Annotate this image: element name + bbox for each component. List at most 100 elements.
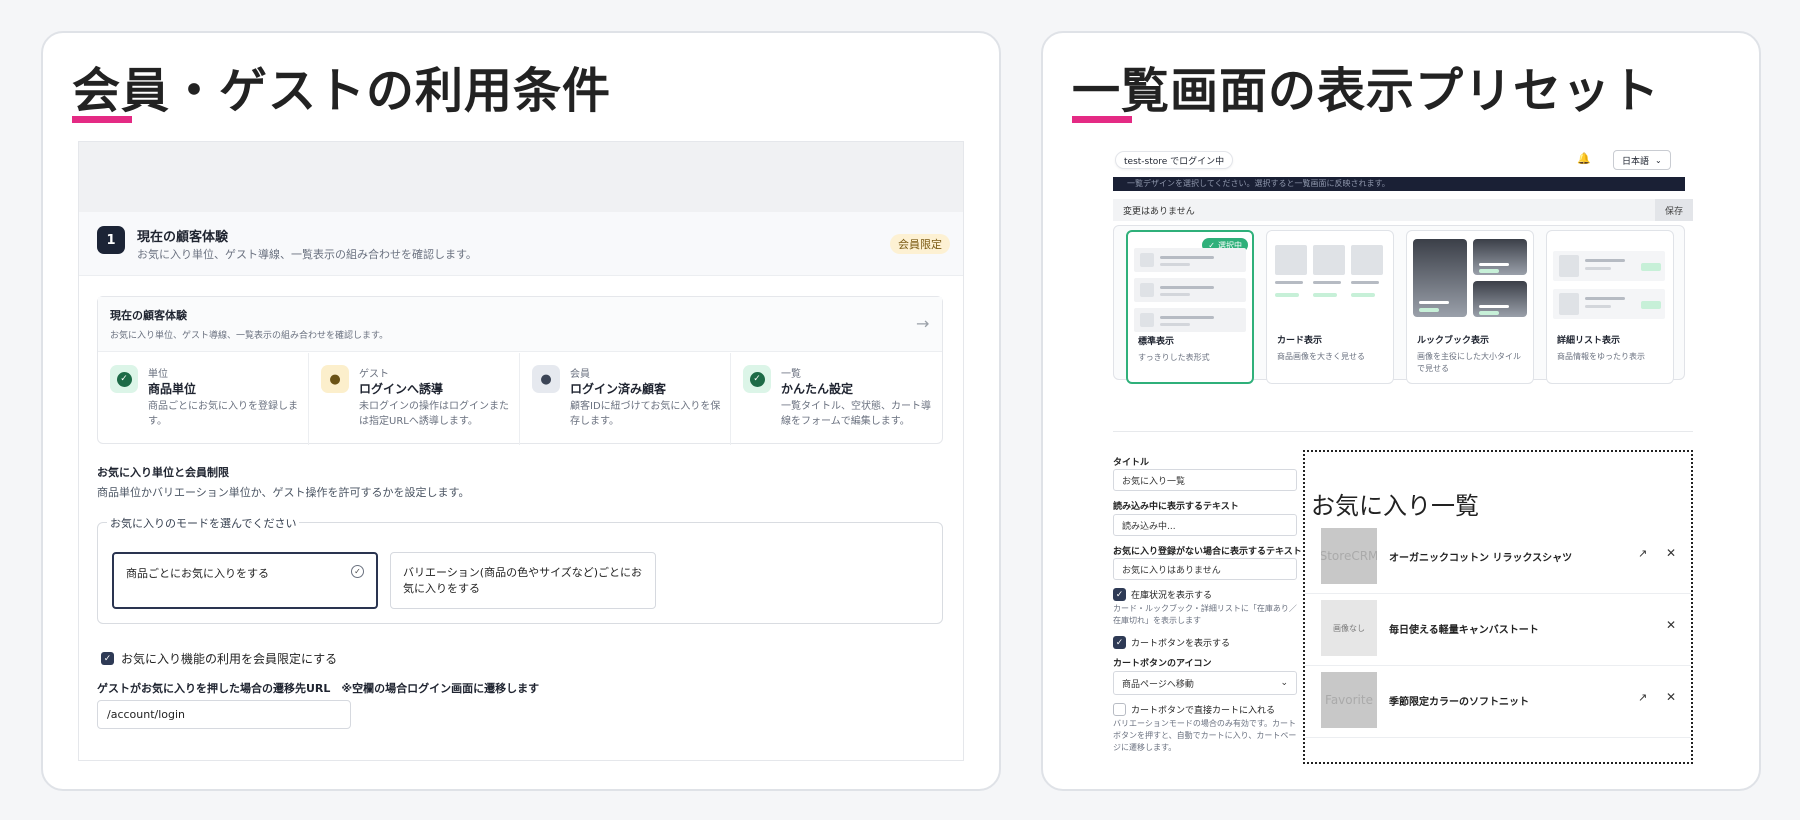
divider [1113,431,1693,432]
mode-legend: お気に入りのモードを選んでください [107,515,300,531]
preset-thumbnail [1413,237,1527,319]
chevron-down-icon: ⌄ [1280,678,1288,688]
experience-cell-guest: ● ゲスト ログインへ誘導 未ログインの操作はログインまたは指定URLへ誘導しま… [309,353,520,445]
title-label: タイトル [1113,458,1150,468]
list-item: 画像なし 毎日使える軽量キャンバストート ✕ [1305,594,1691,666]
stock-checkbox[interactable]: ✓ [1113,588,1126,601]
cart-button-checkbox[interactable]: ✓ [1113,636,1126,649]
summary-title: 現在の顧客体験 [110,309,187,322]
cell-desc: 商品ごとにお気に入りを登録します。 [148,401,298,427]
preset-thumbnail [1273,237,1387,319]
direct-cart-checkbox[interactable] [1113,703,1126,716]
panel-title: 会員・ゲストの利用条件 [72,63,612,119]
cell-desc: 未ログインの操作はログインまたは指定URLへ誘導します。 [359,401,509,427]
member-only-label: お気に入り機能の利用を会員限定にする [121,652,338,666]
step-number-badge: 1 [97,226,125,254]
preset-standard[interactable]: ✓ 選択中 標準表示 すっきりした表形式 [1126,230,1254,384]
panel-title: 一覧画面の表示プリセット [1072,63,1661,119]
summary-header[interactable]: 現在の顧客体験 お気に入り単位、ゲスト導線、一覧表示の組み合わせを確認します。 … [98,297,942,352]
direct-cart-checkbox-row[interactable]: カートボタンで直接カートに入れる [1113,703,1275,716]
check-circle-icon: ✓ [110,365,138,393]
preset-lookbook[interactable]: ルックブック表示 画像を主役にした大小タイルで見せる [1406,230,1534,384]
no-changes-bar: 変更はありません [1113,199,1693,221]
save-button[interactable]: 保存 [1655,199,1693,221]
cell-tag: 会員 [570,369,590,380]
cell-name: ログイン済み顧客 [570,382,667,396]
arrow-right-icon[interactable]: → [916,314,929,333]
product-image: StoreCRM [1321,528,1377,584]
fav-section-title: お気に入り単位と会員制限 [97,466,229,479]
chevron-down-icon: ⌄ [1655,155,1662,165]
list-item: Favorite 季節限定カラーのソフトニット ↗ ✕ [1305,666,1691,738]
language-value: 日本語 [1622,156,1650,167]
cell-desc: 顧客IDに紐づけてお気に入りを保存します。 [570,401,721,427]
preset-grid: ✓ 選択中 標準表示 すっきりした表形式 カード表示 商品画像を大きく見せる ル… [1113,225,1685,384]
top-bar: test-store でログイン中 🔔 日本語 ⌄ [1113,147,1693,173]
cell-tag: 一覧 [781,369,801,380]
cart-icon-select[interactable]: 商品ページへ移動 ⌄ [1113,671,1297,695]
mode-option-variation[interactable]: バリエーション(商品の色やサイズなど)ごとにお気に入りをする [390,552,656,609]
product-name[interactable]: 季節限定カラーのソフトニット [1389,693,1529,708]
cell-name: ログインへ誘導 [359,382,444,396]
user-icon: ● [321,365,349,393]
settings-card: 1 現在の顧客体験 お気に入り単位、ゲスト導線、一覧表示の組み合わせを確認します… [78,141,964,761]
product-image: Favorite [1321,672,1377,728]
close-icon[interactable]: ✕ [1666,546,1676,560]
cart-button-checkbox-row[interactable]: ✓ カートボタンを表示する [1113,636,1230,649]
preset-desc: 画像を主役にした大小タイルで見せる [1417,352,1521,373]
member-only-checkbox-row[interactable]: ✓ お気に入り機能の利用を会員限定にする [101,650,337,667]
close-icon[interactable]: ✕ [1666,690,1676,704]
preset-thumbnail [1134,238,1248,332]
list-preset-panel: 一覧画面の表示プリセット test-store でログイン中 🔔 日本語 ⌄ 一… [1041,31,1761,791]
member-only-checkbox[interactable]: ✓ [101,652,114,665]
cart-icon-value: 商品ページへ移動 [1122,679,1194,690]
title-input[interactable]: お気に入り一覧 [1113,469,1297,491]
cell-name: かんたん設定 [781,382,854,396]
product-name[interactable]: オーガニックコットン リラックスシャツ [1389,549,1572,564]
list-item: StoreCRM オーガニックコットン リラックスシャツ ↗ ✕ [1305,522,1691,594]
instruction-band: 一覧デザインを選択してください。選択すると一覧画面に反映されます。 [1113,177,1685,191]
close-icon[interactable]: ✕ [1666,618,1676,632]
cart-icon-label: カートボタンのアイコン [1113,659,1212,669]
loading-text-label: 読み込み中に表示するテキスト [1113,502,1239,512]
section-title: 現在の顧客体験 [137,230,229,245]
experience-cell-unit: ✓ 単位 商品単位 商品ごとにお気に入りを登録します。 [98,353,309,445]
cell-name: 商品単位 [148,382,197,396]
experience-cell-member: ● 会員 ログイン済み顧客 顧客IDに紐づけてお気に入りを保存します。 [520,353,731,445]
fav-section-desc: 商品単位かバリエーション単位か、ゲスト操作を許可するかを設定します。 [97,486,470,499]
cell-tag: ゲスト [359,369,389,380]
preset-desc: すっきりした表形式 [1138,353,1210,362]
stock-checkbox-row[interactable]: ✓ 在庫状況を表示する [1113,588,1212,601]
external-link-icon[interactable]: ↗ [1638,547,1647,560]
direct-cart-label: カートボタンで直接カートに入れる [1131,706,1276,716]
empty-text-input[interactable]: お気に入りはありません [1113,558,1297,580]
guest-url-label: ゲストがお気に入りを押した場合の遷移先URL ※空欄の場合ログイン画面に遷移しま… [97,682,540,695]
preset-name: カード表示 [1277,336,1323,346]
cart-button-label: カートボタンを表示する [1131,639,1231,649]
preset-card[interactable]: カード表示 商品画像を大きく見せる [1266,230,1394,384]
preset-desc: 商品情報をゆったり表示 [1557,352,1645,361]
cell-tag: 単位 [148,369,168,380]
customer-experience-summary: 現在の顧客体験 お気に入り単位、ゲスト導線、一覧表示の組み合わせを確認します。 … [97,296,943,445]
preset-detail-list[interactable]: 詳細リスト表示 商品情報をゆったり表示 [1546,230,1674,384]
external-link-icon[interactable]: ↗ [1638,691,1647,704]
language-select[interactable]: 日本語 ⌄ [1613,150,1671,170]
mode-option-product[interactable]: 商品ごとにお気に入りをする ✓ [112,552,378,609]
preset-desc: 商品画像を大きく見せる [1277,352,1365,361]
no-changes-text: 変更はありません [1123,206,1195,217]
stock-desc: カード・ルックブック・詳細リストに「在庫あり／在庫切れ」を表示します [1113,604,1297,625]
bell-icon[interactable]: 🔔 [1577,152,1591,165]
title-accent-bar [72,116,132,123]
preview-title: お気に入り一覧 [1311,492,1479,520]
check-circle-icon: ✓ [351,565,364,578]
guest-url-input[interactable]: /account/login [97,700,351,729]
loading-text-input[interactable]: 読み込み中... [1113,514,1297,536]
login-status-pill: test-store でログイン中 [1115,151,1234,169]
member-only-badge: 会員限定 [890,234,950,254]
preset-name: 標準表示 [1138,337,1175,347]
member-guest-panel: 会員・ゲストの利用条件 1 現在の顧客体験 お気に入り単位、ゲスト導線、一覧表示… [41,31,1001,791]
summary-subtitle: お気に入り単位、ゲスト導線、一覧表示の組み合わせを確認します。 [110,331,389,341]
preset-thumbnail [1553,237,1667,319]
preset-name: ルックブック表示 [1417,336,1490,346]
product-name[interactable]: 毎日使える軽量キャンバストート [1389,621,1539,636]
